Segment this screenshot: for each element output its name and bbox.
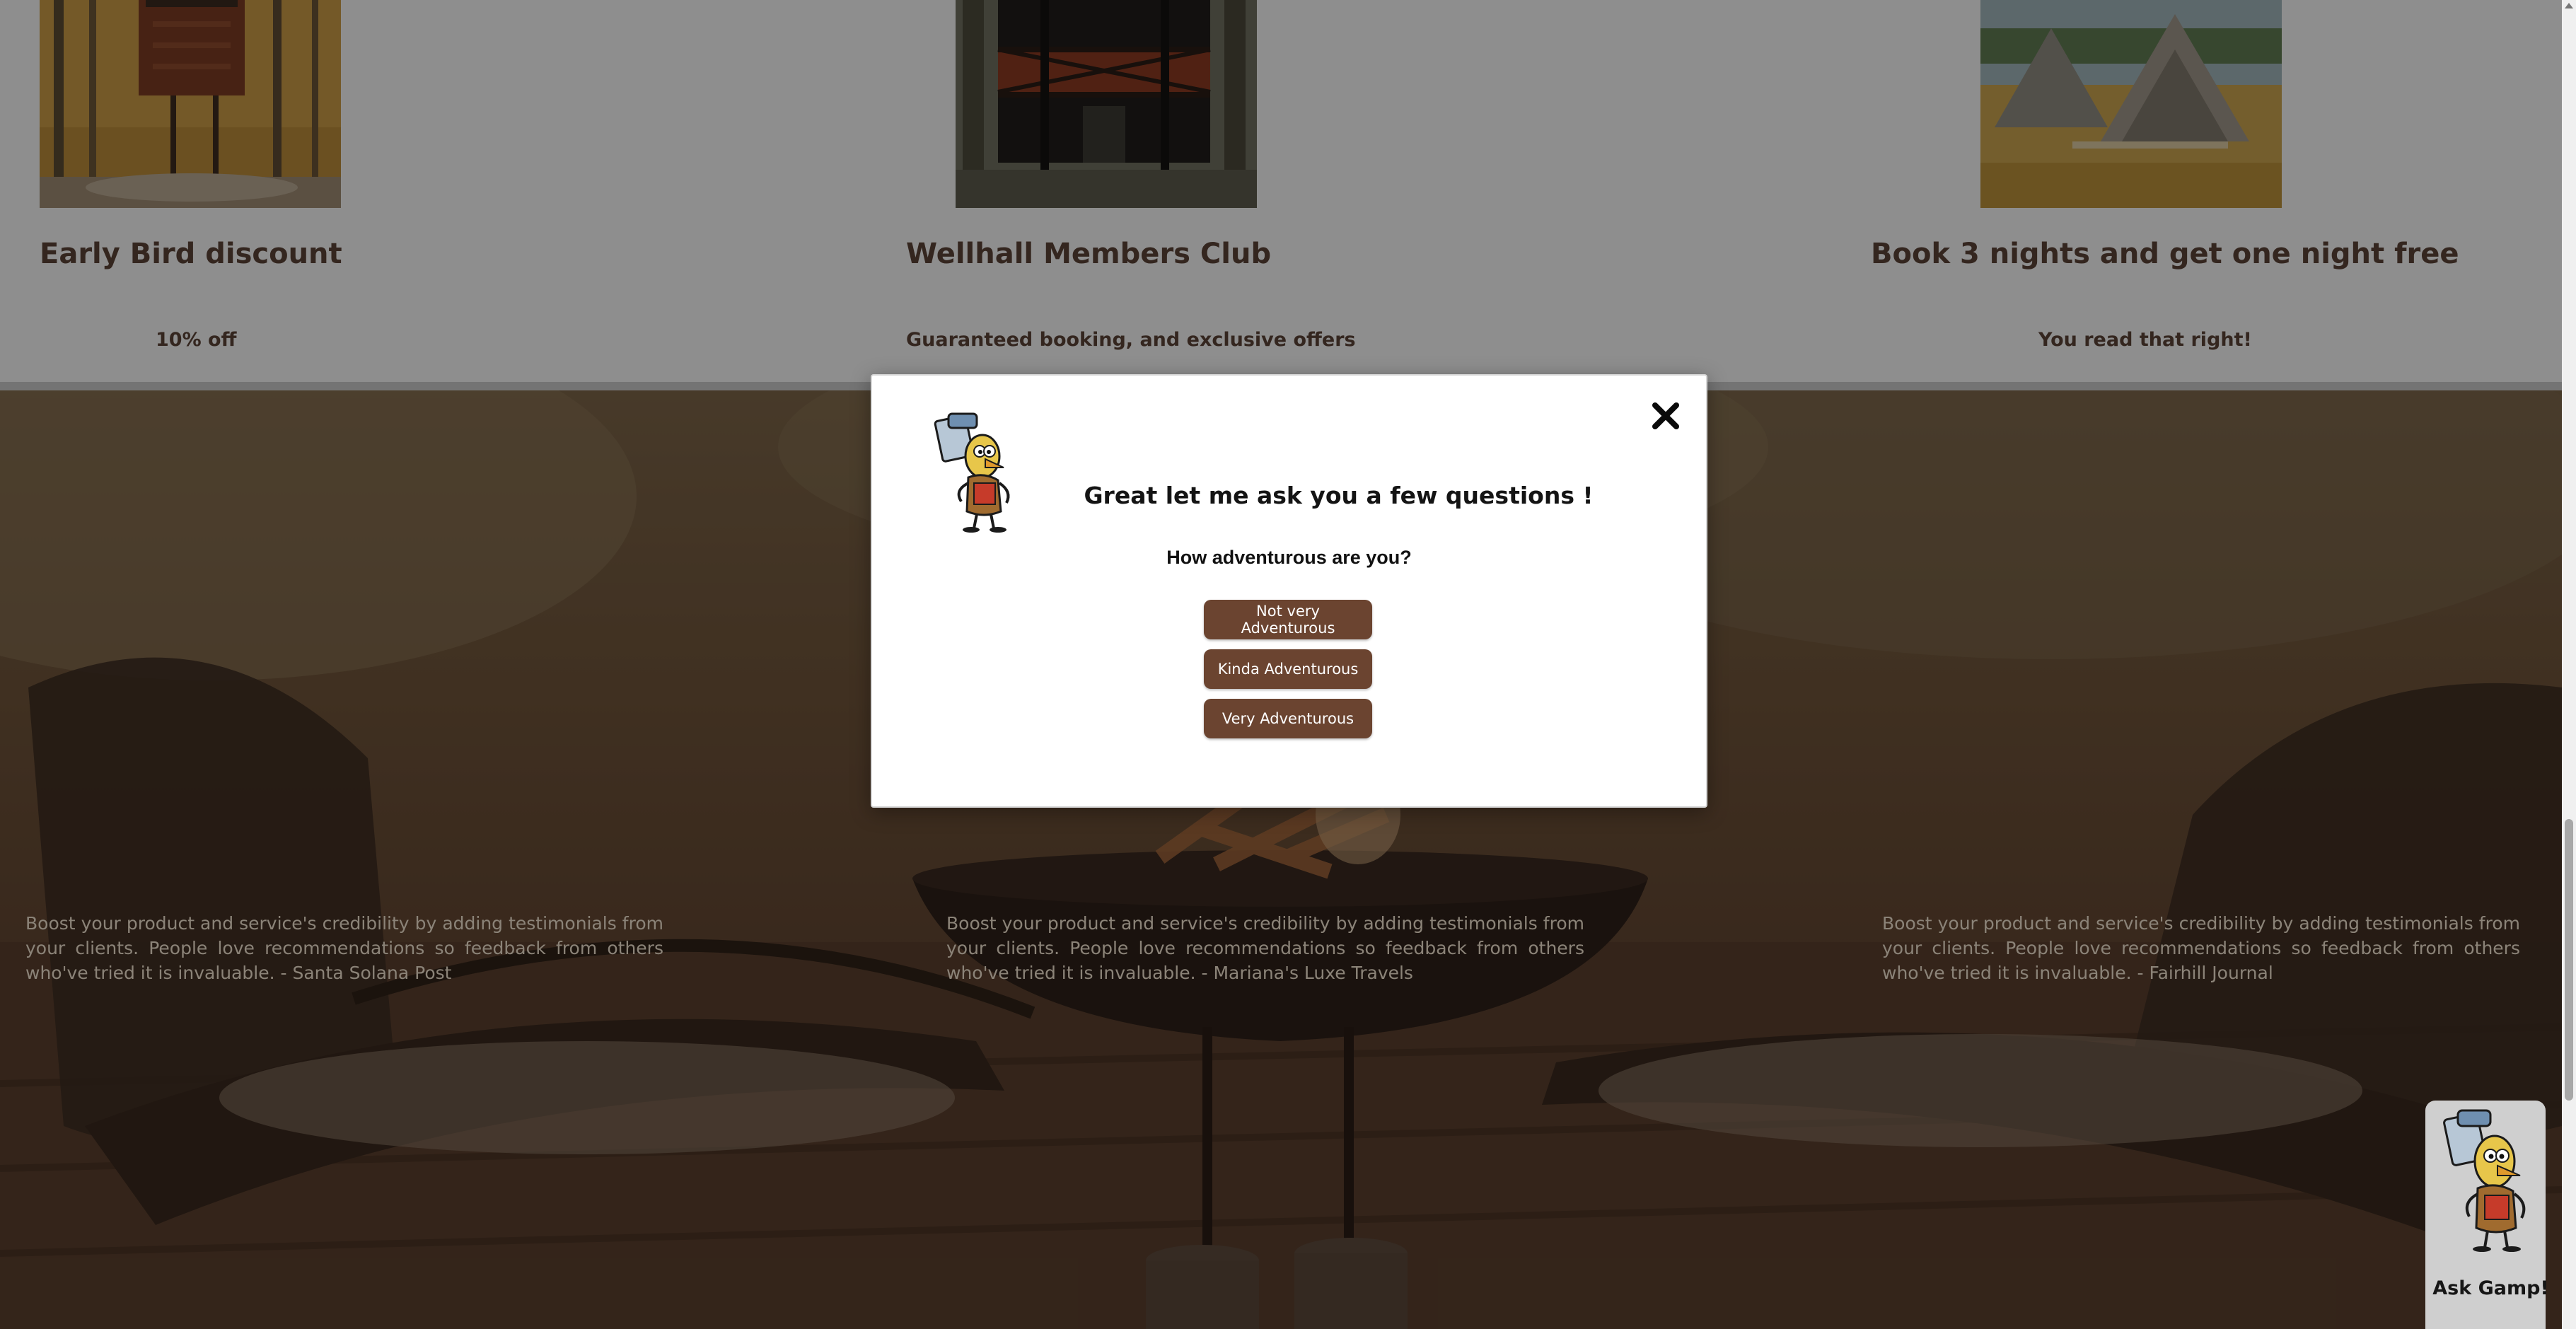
questionnaire-modal: Great let me ask you a few questions ! H… [871,374,1707,808]
ask-gamp-label: Ask Gamp! [2432,1277,2549,1299]
page-scrollbar[interactable] [2562,0,2576,1329]
answer-very-adventurous-button[interactable]: Very Adventurous [1204,699,1372,738]
ask-gamp-chat-widget[interactable]: Ask Gamp! [2425,1101,2549,1329]
scrollbar-thumb[interactable] [2565,819,2573,1101]
modal-title: Great let me ask you a few questions ! [1084,482,1594,509]
answer-kinda-adventurous-button[interactable]: Kinda Adventurous [1204,649,1372,689]
answer-not-very-adventurous-button[interactable]: Not very Adventurous [1204,600,1372,639]
close-icon[interactable] [1648,398,1683,434]
page: Early Bird discount 10% off Wellhall Mem… [0,0,2576,1329]
scroll-up-arrow-icon[interactable] [2565,3,2573,8]
mascot-icon [933,412,1018,533]
mascot-icon [2438,1109,2533,1254]
modal-question: How adventurous are you? [1166,547,1412,568]
